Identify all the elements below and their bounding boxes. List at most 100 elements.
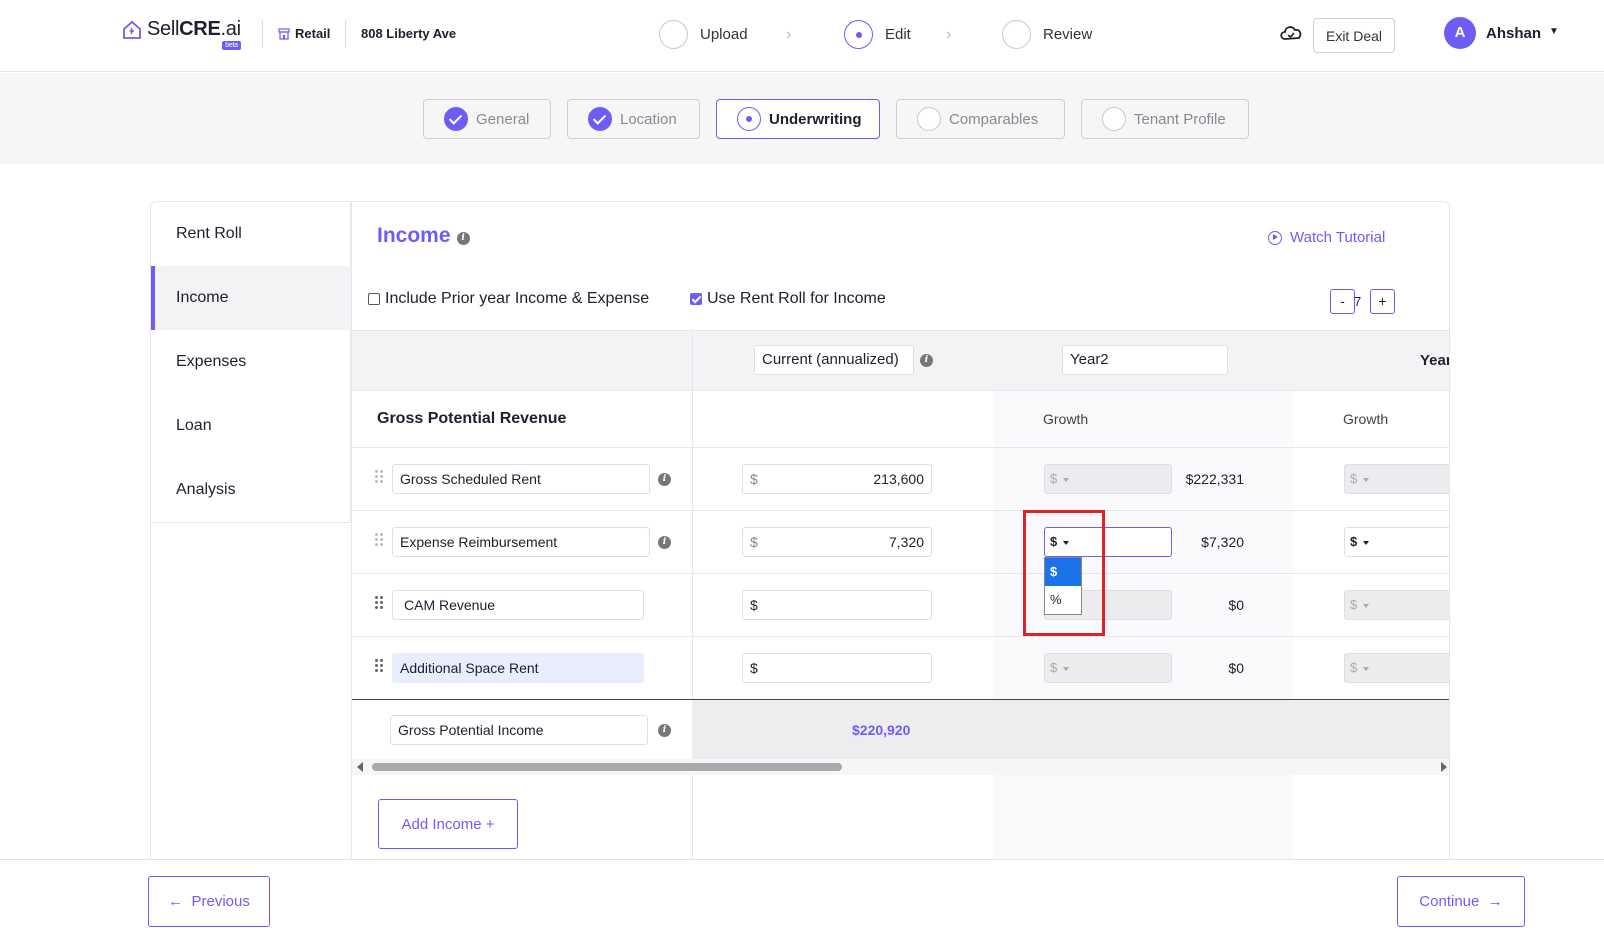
scroll-left-icon[interactable] (357, 762, 363, 772)
row-divider (352, 390, 1449, 391)
growth-type-select[interactable]: $ (1044, 464, 1172, 494)
step-circle-icon (659, 20, 688, 49)
section-gross-potential-revenue: Gross Potential Revenue (377, 410, 567, 427)
step-review[interactable]: Review (1002, 20, 1092, 49)
watch-tutorial-link[interactable]: Watch Tutorial (1268, 229, 1385, 246)
caret-down-icon (1363, 540, 1370, 545)
annotation-highlight-box (1023, 510, 1105, 636)
sidebar-item-expenses[interactable]: Expenses (151, 330, 351, 394)
sidenav: Rent Roll Income Expenses Loan Analysis (151, 202, 351, 523)
sidebar-item-analysis[interactable]: Analysis (151, 458, 351, 522)
caret-down-icon (1063, 666, 1070, 671)
row-divider (352, 573, 1449, 574)
include-prior-checkbox-row[interactable]: Include Prior year Income & Expense (368, 290, 649, 308)
drag-handle-icon[interactable] (375, 596, 383, 610)
chevron-right-icon: › (786, 26, 792, 43)
growth-type-select[interactable]: $ (1344, 464, 1449, 494)
exit-deal-button[interactable]: Exit Deal (1313, 18, 1395, 53)
radio-dot-icon (737, 107, 761, 131)
check-icon (444, 107, 468, 131)
sellcre-logo[interactable]: SellCRE.ai beta (122, 18, 241, 50)
chevron-right-icon: › (946, 26, 952, 43)
caret-down-icon (1063, 477, 1070, 482)
info-icon[interactable]: i (456, 231, 470, 245)
total-label-input[interactable]: Gross Potential Income (390, 715, 648, 745)
row-label-input[interactable]: Additional Space Rent (392, 653, 644, 683)
use-rent-roll-checkbox[interactable] (690, 293, 702, 305)
years-decrement-button[interactable]: - (1330, 289, 1355, 314)
arrow-left-icon: ← (168, 893, 192, 910)
growth-label: Growth (1343, 411, 1389, 427)
years-increment-button[interactable]: + (1370, 289, 1395, 314)
row-label-input[interactable]: Gross Scheduled Rent (392, 464, 650, 494)
top-header: SellCRE.ai beta Retail 808 Liberty Ave Up… (0, 0, 1604, 72)
caret-down-icon (1363, 666, 1370, 671)
underwriting-card: Rent Roll Income Expenses Loan Analysis … (150, 201, 1450, 871)
row-label-input[interactable]: CAM Revenue (392, 590, 644, 620)
step-circle-icon (844, 20, 873, 49)
horizontal-scrollbar[interactable] (352, 759, 1449, 775)
user-name[interactable]: Ahshan (1486, 25, 1541, 42)
header-divider (345, 20, 346, 48)
drag-handle-icon[interactable] (375, 533, 383, 547)
header-divider (262, 20, 263, 48)
tab-tenant-profile[interactable]: Tenant Profile (1081, 99, 1249, 139)
beta-badge: beta (222, 41, 241, 50)
growth-type-select[interactable]: $ (1344, 653, 1449, 683)
growth-type-select[interactable]: $ (1044, 653, 1172, 683)
year2-amount: $0 (1228, 597, 1244, 613)
current-value-input[interactable]: $7,320 (742, 527, 932, 557)
current-value-input[interactable]: $213,600 (742, 464, 932, 494)
scroll-right-icon[interactable] (1441, 762, 1447, 772)
year3-header: Year (1420, 352, 1450, 369)
include-prior-checkbox[interactable] (368, 293, 380, 305)
growth-label: Growth (1043, 411, 1089, 427)
growth-type-select[interactable]: $ (1344, 590, 1449, 620)
tab-general[interactable]: General (423, 99, 551, 139)
arrow-right-icon: → (1479, 893, 1503, 910)
check-icon (588, 107, 612, 131)
growth-type-select[interactable]: $ (1344, 527, 1449, 557)
avatar[interactable]: A (1444, 17, 1476, 49)
current-value-input[interactable]: $ (742, 653, 932, 683)
info-icon[interactable]: i (658, 473, 671, 486)
info-icon[interactable]: i (658, 536, 671, 549)
years-count: 7 (1354, 294, 1362, 309)
year2-header-input[interactable]: Year2 (1062, 345, 1228, 375)
income-panel: Income i Watch Tutorial Include Prior yea… (351, 202, 1450, 870)
drag-handle-icon[interactable] (375, 659, 383, 673)
page-title: Income i (377, 224, 470, 248)
continue-button[interactable]: Continue → (1397, 876, 1525, 927)
tab-comparables[interactable]: Comparables (896, 99, 1065, 139)
current-column-header: Current (annualized) (754, 345, 914, 375)
step-upload[interactable]: Upload (659, 20, 748, 49)
drag-handle-icon[interactable] (375, 470, 383, 484)
year2-amount: $7,320 (1201, 534, 1244, 550)
step-edit[interactable]: Edit (844, 20, 911, 49)
row-label-input[interactable]: Expense Reimbursement (392, 527, 650, 557)
tab-underwriting[interactable]: Underwriting (716, 99, 880, 139)
year2-amount: $222,331 (1185, 471, 1244, 487)
column-divider (692, 330, 693, 870)
info-icon[interactable]: i (658, 724, 671, 737)
tab-location[interactable]: Location (567, 99, 700, 139)
property-address: 808 Liberty Ave (361, 26, 457, 41)
chevron-down-icon[interactable]: ▼ (1549, 26, 1559, 37)
scroll-thumb[interactable] (372, 763, 842, 771)
use-rent-roll-checkbox-row[interactable]: Use Rent Roll for Income (690, 290, 886, 308)
caret-down-icon (1363, 603, 1370, 608)
info-icon[interactable]: i (920, 354, 933, 367)
sidebar-item-rent-roll[interactable]: Rent Roll (151, 202, 351, 266)
underwriting-subtabs: General Location Underwriting Comparable… (0, 73, 1604, 164)
sidebar-item-loan[interactable]: Loan (151, 394, 351, 458)
logo-text: SellCRE.ai beta (147, 18, 241, 50)
footer-bar: ← Previous Continue → (0, 859, 1604, 935)
sidebar-item-income[interactable]: Income (151, 266, 351, 330)
caret-down-icon (1363, 477, 1370, 482)
logo-house-icon (123, 20, 141, 39)
previous-button[interactable]: ← Previous (148, 876, 270, 927)
current-value-input[interactable]: $ (742, 590, 932, 620)
row-divider (352, 510, 1449, 511)
add-income-button[interactable]: Add Income + (378, 799, 518, 849)
cloud-save-icon[interactable] (1278, 22, 1304, 42)
